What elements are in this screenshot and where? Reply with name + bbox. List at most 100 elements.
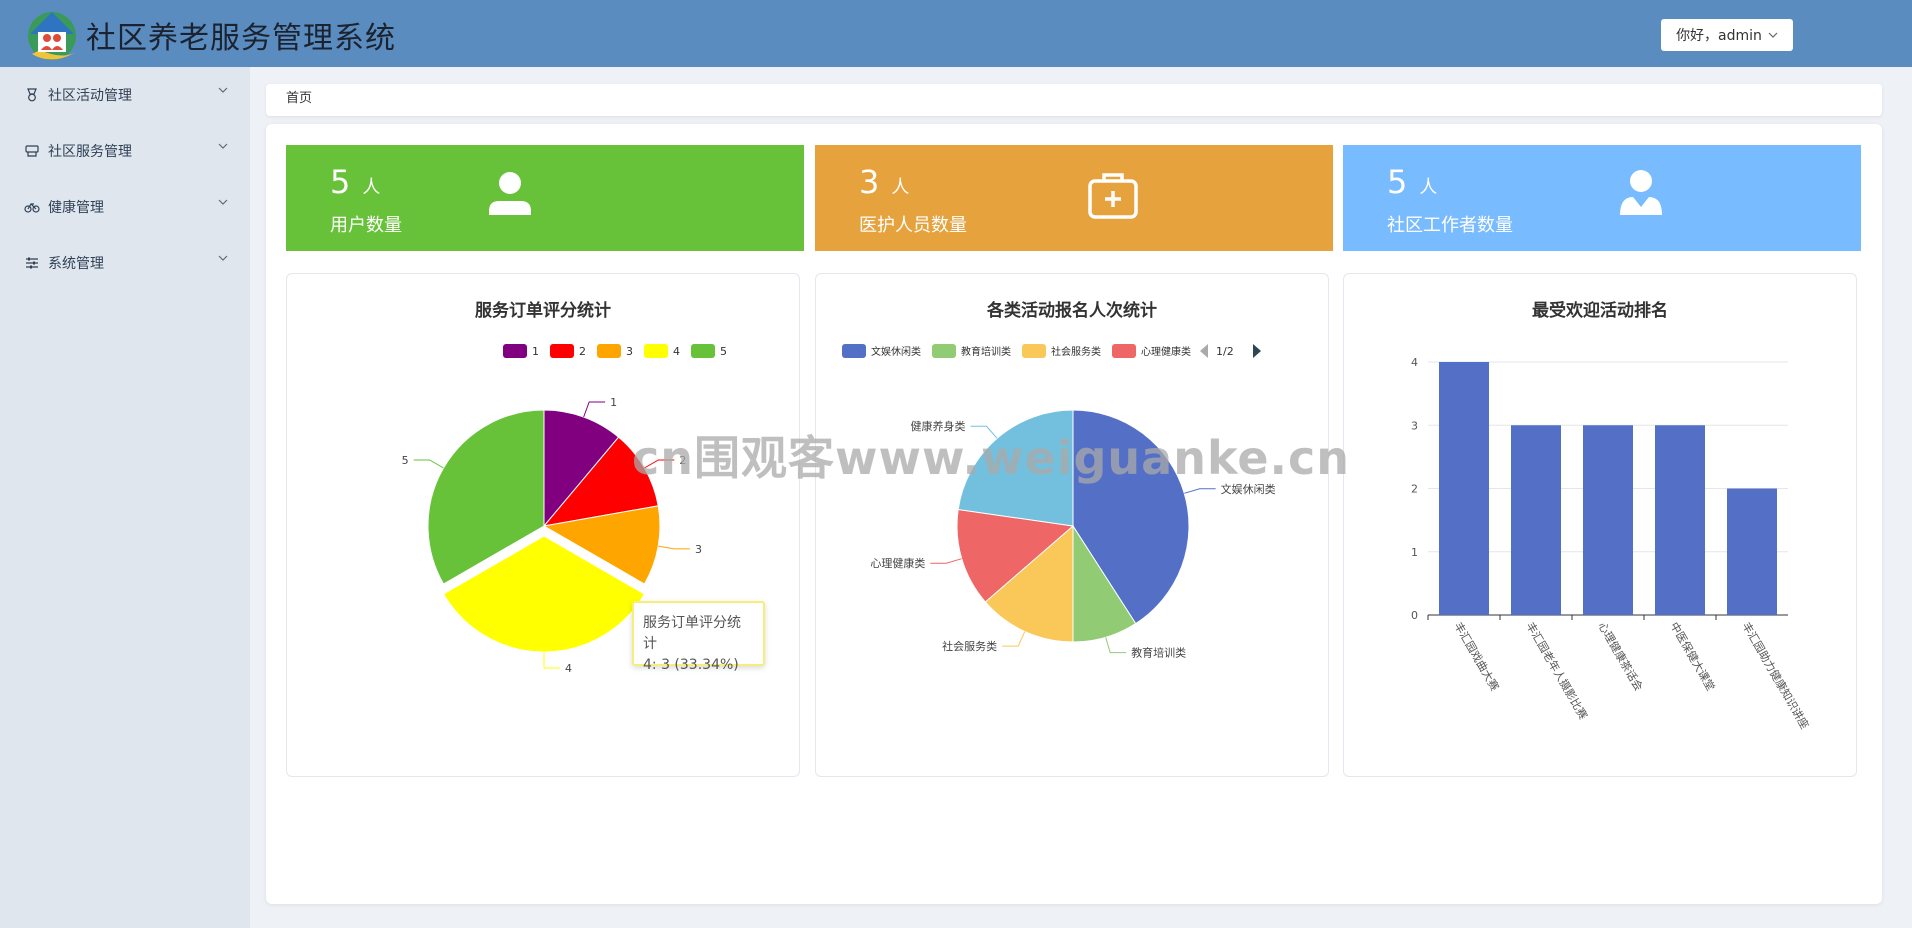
sidebar-item-label: 系统管理 — [48, 256, 104, 272]
user-menu[interactable]: 你好，admin — [1661, 19, 1793, 51]
legend-label: 心理健康类 — [1141, 345, 1191, 358]
legend-label: 2 — [579, 345, 586, 358]
stat-unit: 人 — [891, 177, 910, 198]
bar — [1727, 488, 1777, 615]
tooltip-text: 4: 3 (33.34%) — [643, 657, 739, 673]
slice-label: 教育培训类 — [1131, 646, 1186, 660]
stat-label: 医护人员数量 — [859, 215, 967, 236]
sidebar-item-label: 健康管理 — [48, 200, 104, 216]
legend-label: 文娱休闲类 — [871, 345, 921, 358]
medical-kit-icon — [1088, 173, 1138, 219]
logo — [28, 12, 76, 60]
x-tick-label: 丰汇园助力健康知识讲座 — [1739, 620, 1812, 732]
stat-card-users: 5人 用户数量 — [286, 145, 804, 251]
legend-swatch — [1022, 344, 1046, 358]
breadcrumb-home[interactable]: 首页 — [286, 91, 312, 106]
label-line — [930, 558, 962, 564]
x-tick-label: 心理健康茶话会 — [1595, 620, 1646, 694]
legend-swatch — [644, 344, 668, 358]
label-line — [1105, 637, 1127, 654]
chevron-down-icon — [218, 87, 228, 93]
stat-unit: 人 — [362, 177, 381, 198]
slice-label: 4 — [565, 662, 572, 675]
y-tick-label: 3 — [1411, 419, 1418, 432]
chart-card-ranking: 最受欢迎活动排名 0 1 2 3 4 丰汇园戏曲大赛 丰汇园老年人摄影比赛 心理健康茶话会 中医… — [1343, 273, 1857, 777]
bar — [1439, 362, 1489, 615]
slice-label: 社会服务类 — [942, 639, 997, 653]
x-tick-label: 丰汇园老年人摄影比赛 — [1523, 620, 1590, 722]
chart-card-activity: 各类活动报名人次统计 文娱休闲类 教育培训类 社会服务类 心理健康类 1/2 文娱休闲类教… — [815, 273, 1329, 777]
legend-label: 3 — [626, 345, 633, 358]
ranking-bar-chart: 0 1 2 3 4 丰汇园戏曲大赛 丰汇园老年人摄影比赛 心理健康茶话会 中医保健大课堂 丰汇园助… — [1411, 356, 1812, 732]
legend-label: 1 — [532, 345, 539, 358]
sidebar-item-label: 社区活动管理 — [48, 88, 132, 104]
label-line — [413, 459, 444, 469]
stat-label: 社区工作者数量 — [1387, 215, 1513, 236]
label-line — [543, 652, 560, 669]
x-tick-label: 丰汇园戏曲大赛 — [1451, 620, 1502, 694]
label-line — [583, 401, 606, 418]
tooltip-title: 服务订单评分统计 — [643, 615, 741, 652]
slice-label: 3 — [695, 543, 702, 556]
legend-swatch — [503, 344, 527, 358]
bar — [1583, 425, 1633, 615]
legend-swatch — [597, 344, 621, 358]
stat-label: 用户数量 — [330, 215, 402, 236]
label-line — [1002, 631, 1026, 647]
legend-next-icon — [1253, 344, 1261, 358]
sidebar-item-health[interactable]: 健康管理 — [0, 179, 250, 235]
legend-swatch — [691, 344, 715, 358]
worker-icon — [1620, 170, 1662, 215]
breadcrumb: 首页 — [266, 84, 1882, 116]
label-line — [658, 545, 690, 550]
label-line — [1184, 488, 1216, 494]
sidebar-item-service[interactable]: 社区服务管理 — [0, 123, 250, 179]
chevron-down-icon — [1768, 32, 1778, 38]
bar — [1655, 425, 1705, 615]
chevron-down-icon — [218, 255, 228, 261]
legend-prev-icon — [1200, 344, 1208, 358]
y-tick-label: 1 — [1411, 546, 1418, 559]
rating-pie-chart: 1 2 3 4 512345 — [402, 344, 727, 675]
stat-card-workers: 5人 社区工作者数量 — [1343, 145, 1861, 251]
sidebar-item-activity[interactable]: 社区活动管理 — [0, 67, 250, 123]
bar — [1511, 425, 1561, 615]
x-tick-label: 中医保健大课堂 — [1667, 620, 1718, 694]
slice-label: 心理健康类 — [870, 556, 925, 570]
slice-label: 5 — [402, 454, 409, 467]
legend-label: 社会服务类 — [1051, 345, 1101, 358]
stat-unit: 人 — [1419, 177, 1438, 198]
sidebar-item-label: 社区服务管理 — [48, 144, 132, 160]
stat-card-medical: 3人 医护人员数量 — [815, 145, 1333, 251]
legend-label: 5 — [720, 345, 727, 358]
sidebar-item-system[interactable]: 系统管理 — [0, 235, 250, 291]
chart-card-rating: 服务订单评分统计 1234512345 — [286, 273, 800, 777]
chart-tooltip: 服务订单评分统计 4: 3 (33.34%) — [632, 601, 765, 673]
slice-label: 1 — [610, 396, 617, 409]
legend-swatch — [932, 344, 956, 358]
legend-page: 1/2 — [1216, 345, 1234, 358]
service-icon — [24, 143, 40, 159]
watermark: cn围观客www.weiguanke.cn — [632, 431, 1351, 485]
chart-title: 各类活动报名人次统计 — [987, 301, 1157, 321]
app-title: 社区养老服务管理系统 — [86, 21, 396, 56]
y-tick-label: 0 — [1411, 609, 1418, 622]
y-tick-label: 4 — [1411, 356, 1418, 369]
stat-value: 5 — [330, 163, 351, 201]
chevron-down-icon — [218, 199, 228, 205]
activity-pie-chart: 文娱休闲类 教育培训类 社会服务类 心理健康类 1/2文娱休闲类教育培训类社会服务类心理… — [842, 344, 1276, 660]
sliders-icon — [24, 255, 40, 271]
sidebar: 社区活动管理 社区服务管理 健康管理 系统管理 — [0, 67, 250, 928]
user-greeting: 你好，admin — [1676, 28, 1762, 44]
legend-swatch — [1112, 344, 1136, 358]
legend-label: 4 — [673, 345, 680, 358]
chart-title: 最受欢迎活动排名 — [1532, 301, 1668, 321]
legend-label: 教育培训类 — [961, 345, 1011, 358]
user-icon — [489, 172, 531, 215]
stat-value: 3 — [859, 163, 880, 201]
bicycle-icon — [24, 199, 40, 215]
y-tick-label: 2 — [1411, 483, 1418, 496]
medal-icon — [24, 87, 40, 103]
legend-swatch — [550, 344, 574, 358]
chevron-down-icon — [218, 143, 228, 149]
